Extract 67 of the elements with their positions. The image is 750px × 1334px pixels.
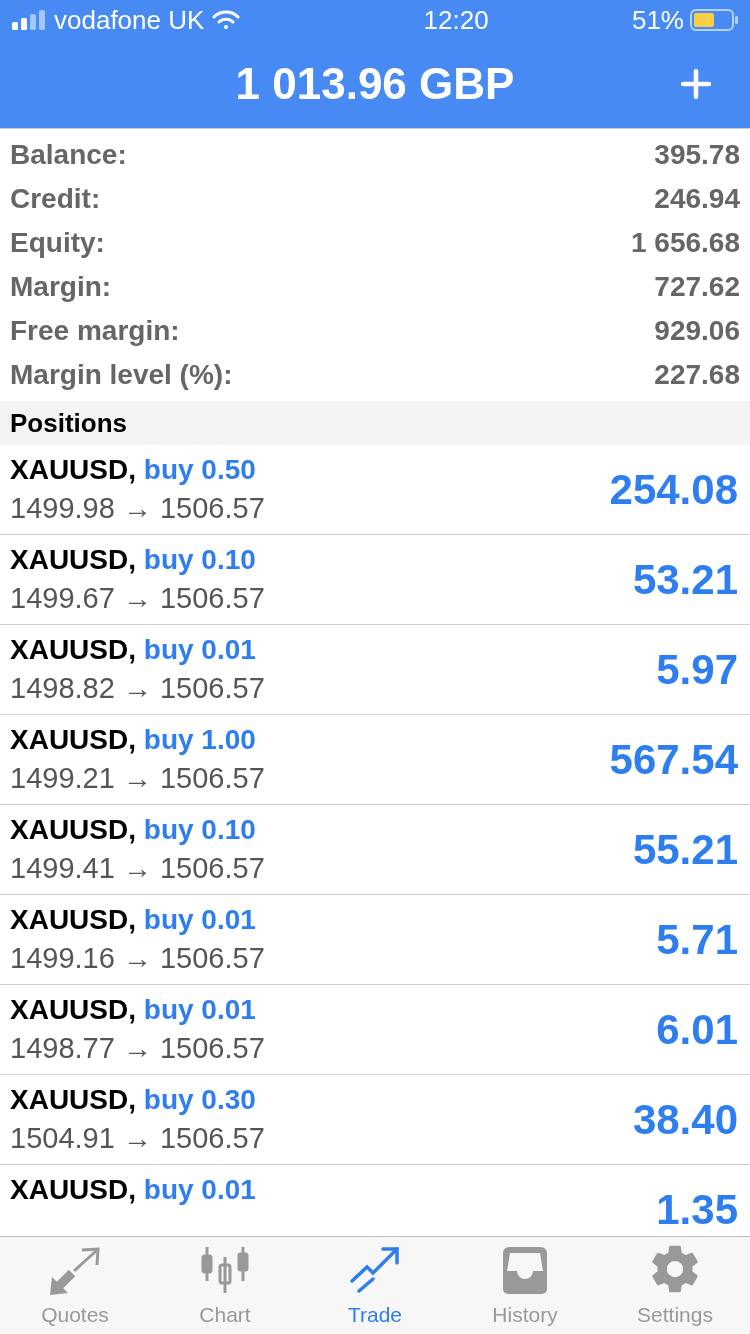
profit-value: 567.54 <box>609 735 738 785</box>
summary-label: Margin: <box>10 270 112 304</box>
price-change: 1498.77 → 1506.57 <box>10 1030 265 1066</box>
position-row[interactable]: XAUUSD, buy 0.01 1499.16 → 1506.57 5.71 <box>0 895 750 985</box>
clock-time: 12:20 <box>423 3 489 37</box>
summary-value: 727.62 <box>654 270 740 304</box>
summary-value: 929.06 <box>654 314 740 348</box>
profit-value: 38.40 <box>632 1095 738 1145</box>
price-change: 1499.98 → 1506.57 <box>10 490 265 526</box>
price-change: 1499.67 → 1506.57 <box>10 580 265 616</box>
position-row[interactable]: XAUUSD, buy 0.10 1499.67 → 1506.57 53.21 <box>0 535 750 625</box>
wifi-icon <box>212 10 241 30</box>
symbol-name: XAUUSD, <box>10 1173 136 1205</box>
summary-label: Free margin: <box>10 314 180 348</box>
summary-value: 246.94 <box>654 182 740 216</box>
order-type: buy 0.10 <box>143 813 256 845</box>
tab-item[interactable]: Trade <box>300 1237 450 1334</box>
position-row[interactable]: XAUUSD, buy 0.01 1498.77 → 1506.57 6.01 <box>0 985 750 1075</box>
summary-label: Balance: <box>10 138 127 172</box>
profit-value: 5.97 <box>656 645 738 695</box>
price-change: 1498.82 → 1506.57 <box>10 670 265 706</box>
profit-value: 5.71 <box>656 915 738 965</box>
position-row[interactable]: XAUUSD, buy 1.00 1499.21 → 1506.57 567.54 <box>0 715 750 805</box>
signal-icon <box>12 10 46 30</box>
order-type: buy 0.01 <box>143 1173 256 1205</box>
position-row[interactable]: XAUUSD, buy 0.30 1504.91 → 1506.57 38.40 <box>0 1075 750 1165</box>
profit-value: 53.21 <box>632 555 738 605</box>
order-type: buy 0.30 <box>143 1083 256 1115</box>
battery-icon <box>690 9 738 31</box>
order-type: buy 0.01 <box>143 903 256 935</box>
summary-value: 395.78 <box>654 138 740 172</box>
profit-value: 55.21 <box>632 825 738 875</box>
symbol-name: XAUUSD, <box>10 993 136 1025</box>
symbol-name: XAUUSD, <box>10 1083 136 1115</box>
summary-label: Equity: <box>10 226 105 260</box>
price-change: 1499.21 → 1506.57 <box>10 760 265 796</box>
order-type: buy 0.01 <box>143 993 256 1025</box>
price-change: 1499.41 → 1506.57 <box>10 850 265 886</box>
summary-label: Credit: <box>10 182 101 216</box>
position-row[interactable]: XAUUSD, buy 0.01 1498.82 → 1506.57 5.97 <box>0 625 750 715</box>
trend-arrow-icon <box>349 1244 401 1295</box>
account-total: 1 013.96 GBP <box>235 58 515 110</box>
summary-value: 227.68 <box>654 358 740 392</box>
order-type: buy 1.00 <box>143 723 256 755</box>
symbol-name: XAUUSD, <box>10 723 136 755</box>
battery-percent: 51% <box>631 3 684 37</box>
symbol-name: XAUUSD, <box>10 543 136 575</box>
position-row[interactable]: XAUUSD, buy 0.50 1499.98 → 1506.57 254.08 <box>0 445 750 535</box>
profit-value: 1.35 <box>656 1185 738 1235</box>
profit-value: 6.01 <box>656 1005 738 1055</box>
position-row[interactable]: XAUUSD, buy 0.10 1499.41 → 1506.57 55.21 <box>0 805 750 895</box>
summary-value: 1 656.68 <box>631 226 740 260</box>
price-change: 1499.16 → 1506.57 <box>10 940 265 976</box>
symbol-name: XAUUSD, <box>10 633 136 665</box>
symbol-name: XAUUSD, <box>10 903 136 935</box>
double-arrow-icon <box>48 1246 102 1295</box>
order-type: buy 0.01 <box>143 633 256 665</box>
section-title: Positions <box>10 406 127 440</box>
profit-value: 254.08 <box>609 465 738 515</box>
order-type: buy 0.10 <box>143 543 256 575</box>
symbol-name: XAUUSD, <box>10 813 136 845</box>
price-change: 1504.91 → 1506.57 <box>10 1120 265 1156</box>
order-type: buy 0.50 <box>143 453 256 485</box>
symbol-name: XAUUSD, <box>10 453 136 485</box>
summary-label: Margin level (%): <box>10 358 233 392</box>
candlestick-icon <box>199 1244 251 1295</box>
carrier-name: vodafone UK <box>54 3 205 37</box>
